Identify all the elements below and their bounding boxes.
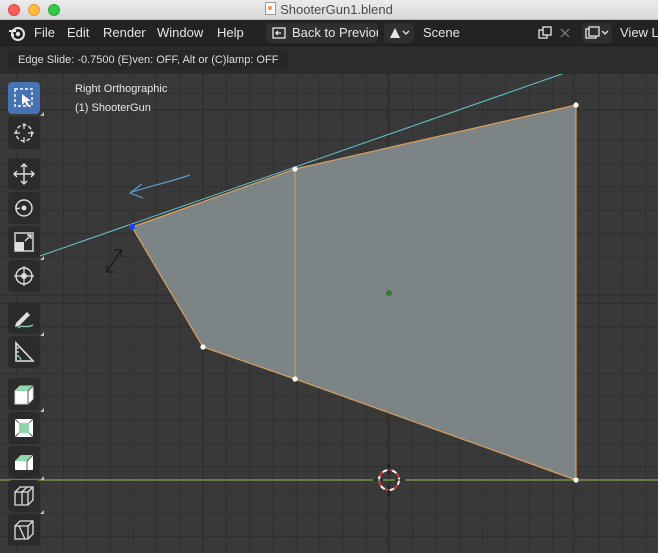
scale-tool[interactable] <box>8 226 44 260</box>
tool-submenu-indicator <box>40 408 44 412</box>
face-center-dot <box>386 290 392 296</box>
remove-scene-icon[interactable] <box>559 27 571 39</box>
annotate-tool[interactable] <box>8 302 44 336</box>
menu-edit[interactable]: Edit <box>67 25 89 40</box>
annotate-pencil-icon <box>15 312 34 329</box>
extrude-region-tool[interactable] <box>8 378 44 412</box>
move-icon <box>13 163 35 185</box>
select-box-icon <box>14 88 33 107</box>
annotation-arrow-icon <box>131 174 191 193</box>
screen-back-icon <box>272 27 286 39</box>
view-layer-name[interactable]: View La <box>620 25 658 40</box>
tool-submenu-indicator <box>40 112 44 116</box>
slide-cursor-icon <box>106 249 122 273</box>
loop-cut-icon <box>14 486 34 506</box>
mesh-vertex[interactable] <box>573 477 579 483</box>
rotate-icon <box>15 199 33 217</box>
view-name-label: Right Orthographic <box>75 83 168 95</box>
object-name-label: (1) ShooterGun <box>75 102 151 114</box>
copy-scene-icon[interactable] <box>538 26 552 40</box>
mesh-face[interactable] <box>131 104 577 481</box>
tool-submenu-indicator <box>40 256 44 260</box>
menu-render[interactable]: Render <box>103 25 146 40</box>
selected-vertex[interactable] <box>129 224 135 230</box>
top-menu-bar: File Edit Render Window Help Back to Pre… <box>0 20 658 46</box>
rotate-tool[interactable] <box>8 192 40 224</box>
edge-slide-status: Edge Slide: -0.7500 (E)ven: OFF, Alt or … <box>8 50 289 70</box>
tool-submenu-indicator <box>40 476 44 480</box>
window-titlebar: ShooterGun1.blend <box>0 0 658 20</box>
inset-faces-icon <box>14 418 34 438</box>
back-to-previous-label: Back to Previou <box>292 25 378 40</box>
scene-icon <box>390 28 410 38</box>
blender-logo-icon[interactable] <box>8 24 26 42</box>
mesh-vertex[interactable] <box>292 166 298 172</box>
cursor-tool[interactable] <box>8 117 40 149</box>
measure-ruler-icon <box>15 340 35 362</box>
inset-faces-tool[interactable] <box>8 412 40 444</box>
scene-name[interactable]: Scene <box>423 25 460 40</box>
3d-viewport[interactable]: Right Orthographic (1) ShooterGun <box>0 74 658 553</box>
tool-header: Edge Slide: -0.7500 (E)ven: OFF, Alt or … <box>0 46 658 74</box>
window-title-text: ShooterGun1.blend <box>280 2 393 17</box>
bevel-tool[interactable] <box>8 446 44 480</box>
scene-selector-button[interactable] <box>384 23 414 43</box>
measure-tool[interactable] <box>8 336 40 368</box>
tool-submenu-indicator <box>40 332 44 336</box>
menu-window[interactable]: Window <box>157 25 203 40</box>
transform-icon <box>14 266 34 286</box>
menu-help[interactable]: Help <box>217 25 244 40</box>
viewport-scene <box>0 74 658 553</box>
select-box-tool[interactable] <box>8 82 44 116</box>
mesh-vertex[interactable] <box>573 102 579 108</box>
mesh-vertex[interactable] <box>292 376 298 382</box>
extrude-region-icon <box>14 385 34 405</box>
window-title: ShooterGun1.blend <box>0 2 658 17</box>
view-layer-selector-button[interactable] <box>582 23 612 43</box>
tool-submenu-indicator <box>40 510 44 514</box>
transform-tool[interactable] <box>8 260 40 292</box>
back-to-previous-button[interactable]: Back to Previou <box>266 23 378 43</box>
blend-file-icon <box>265 2 277 15</box>
knife-tool[interactable] <box>8 514 40 546</box>
move-tool[interactable] <box>8 158 40 190</box>
mesh-vertex[interactable] <box>200 344 206 350</box>
loop-cut-tool[interactable] <box>8 480 44 514</box>
knife-icon <box>14 520 34 540</box>
scale-icon <box>14 232 34 252</box>
bevel-icon <box>15 454 34 470</box>
render-layers-icon <box>585 26 609 39</box>
menu-file[interactable]: File <box>34 25 55 40</box>
cursor-icon <box>14 123 34 143</box>
